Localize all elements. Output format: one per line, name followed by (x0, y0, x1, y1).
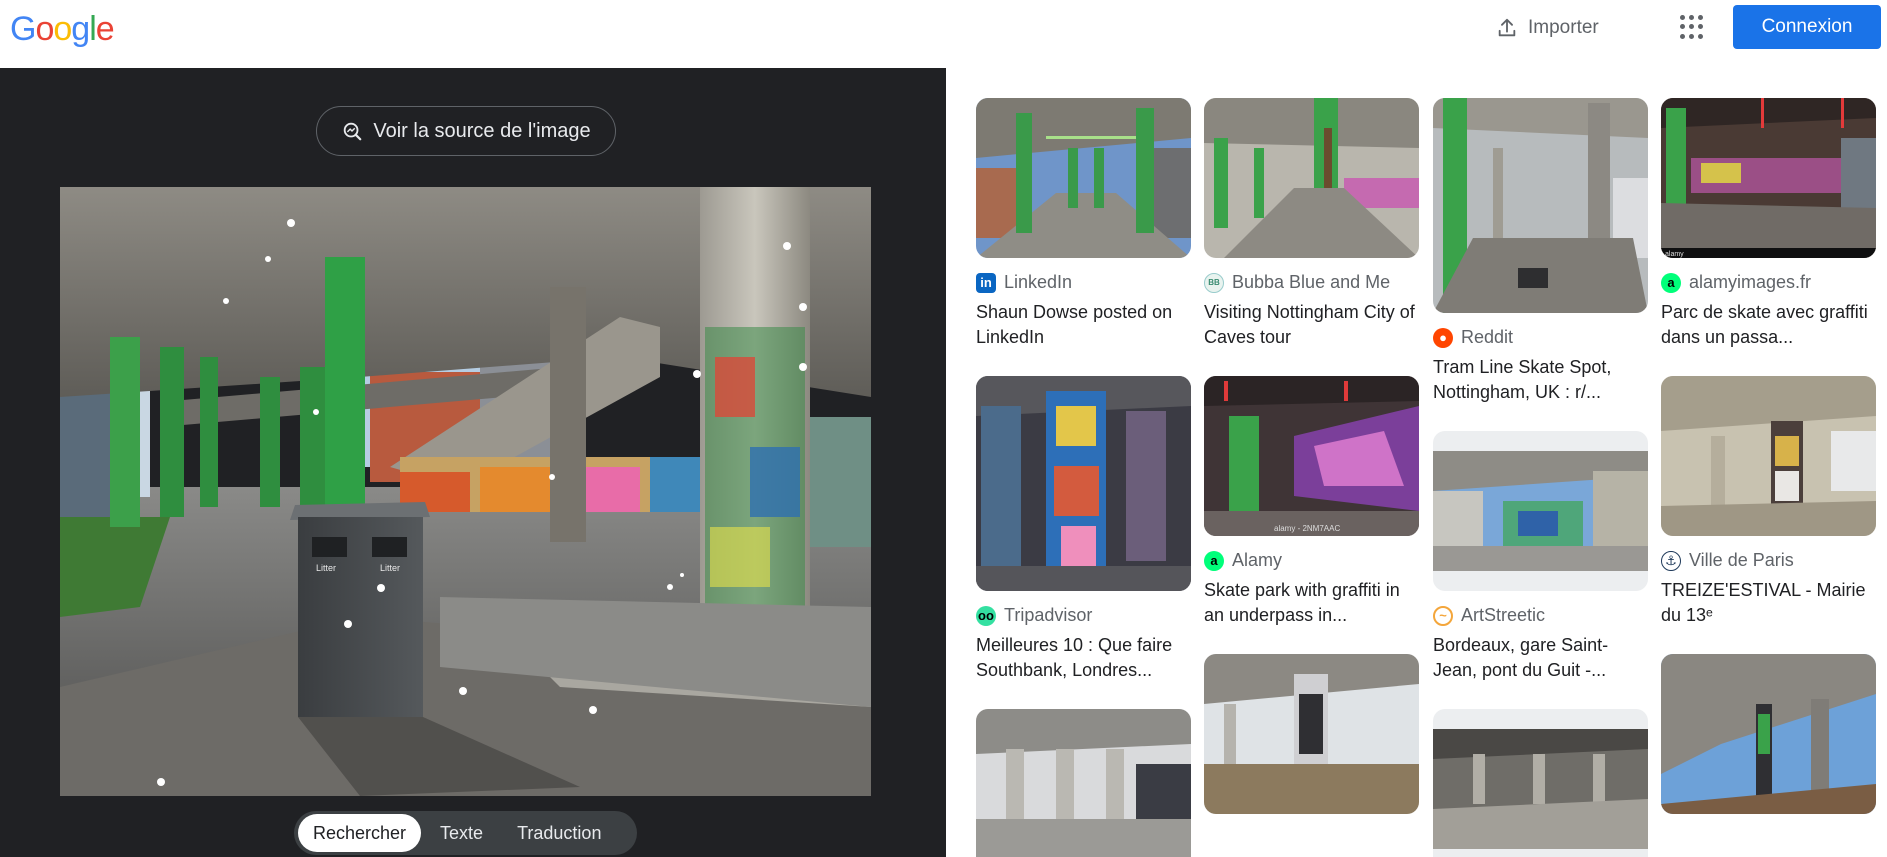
tripadvisor-icon: oo (976, 605, 996, 626)
result-source[interactable]: ● Reddit (1433, 327, 1648, 348)
ville-de-paris-icon: ⚓ (1661, 550, 1681, 571)
logo-letter: e (95, 10, 115, 48)
result-card[interactable]: alamy a alamyimages.fr Parc de skate ave… (1661, 98, 1876, 350)
result-title[interactable]: Meilleures 10 : Que faire Southbank, Lon… (976, 633, 1191, 683)
import-label: Importer (1528, 17, 1599, 38)
results-column-1: in LinkedIn Shaun Dowse posted on Linked… (976, 98, 1191, 857)
artstreetic-icon: ~ (1433, 605, 1453, 626)
google-logo[interactable]: Google (10, 10, 115, 49)
result-thumbnail[interactable] (976, 376, 1191, 591)
result-title[interactable]: Skate park with graffiti in an underpass… (1204, 578, 1419, 628)
alamy-icon: a (1204, 550, 1224, 571)
result-thumbnail[interactable] (1204, 98, 1419, 258)
query-image[interactable]: Litter Litter (60, 187, 871, 796)
result-card[interactable] (976, 709, 1191, 857)
result-source[interactable]: ~ ArtStreetic (1433, 605, 1648, 626)
logo-letter: o (35, 10, 54, 48)
alamy-watermark: alamy - 2NM7AAC (1274, 524, 1340, 533)
upload-icon (1498, 18, 1516, 37)
mode-tabs: Rechercher Texte Traduction (294, 811, 637, 855)
result-title[interactable]: TREIZE'ESTIVAL - Mairie du 13ᵉ (1661, 578, 1876, 628)
result-thumbnail[interactable] (1433, 709, 1648, 857)
result-card[interactable]: oo Tripadvisor Meilleures 10 : Que faire… (976, 376, 1191, 683)
tab-search[interactable]: Rechercher (298, 814, 422, 852)
top-bar: Google Importer Connexion (0, 0, 1887, 68)
result-card[interactable]: ~ ArtStreetic Bordeaux, gare Saint-Jean,… (1433, 431, 1648, 683)
result-thumbnail[interactable] (1204, 654, 1419, 814)
logo-letter: g (71, 10, 90, 48)
result-card[interactable]: ⚓ Ville de Paris TREIZE'ESTIVAL - Mairie… (1661, 376, 1876, 628)
alamy-watermark: alamy (1665, 251, 1684, 258)
result-thumbnail[interactable] (1661, 654, 1876, 814)
result-source[interactable]: a alamyimages.fr (1661, 272, 1876, 293)
results-column-3: ● Reddit Tram Line Skate Spot, Nottingha… (1433, 98, 1648, 857)
tab-text[interactable]: Texte (425, 814, 498, 852)
result-source[interactable]: ⚓ Ville de Paris (1661, 550, 1876, 571)
bubba-blue-icon: BB (1204, 272, 1224, 293)
results-column-4: alamy a alamyimages.fr Parc de skate ave… (1661, 98, 1876, 840)
result-card[interactable]: alamy - 2NM7AAC a Alamy Skate park with … (1204, 376, 1419, 628)
result-card[interactable]: BB Bubba Blue and Me Visiting Nottingham… (1204, 98, 1419, 350)
result-card[interactable]: in LinkedIn Shaun Dowse posted on Linked… (976, 98, 1191, 350)
result-card[interactable]: ● Reddit Tram Line Skate Spot, Nottingha… (1433, 98, 1648, 405)
image-viewer-panel: Voir la source de l'image Litter Litter … (0, 68, 946, 857)
bin-label-1: Litter (316, 563, 336, 573)
result-source[interactable]: BB Bubba Blue and Me (1204, 272, 1419, 293)
alamy-icon: a (1661, 272, 1681, 293)
result-thumbnail[interactable] (1433, 98, 1648, 313)
result-title[interactable]: Tram Line Skate Spot, Nottingham, UK : r… (1433, 355, 1648, 405)
tab-translation[interactable]: Traduction (502, 814, 616, 852)
result-card[interactable] (1204, 654, 1419, 814)
visual-matches-grid: in LinkedIn Shaun Dowse posted on Linked… (946, 68, 1887, 857)
result-card[interactable] (1661, 654, 1876, 814)
result-source[interactable]: oo Tripadvisor (976, 605, 1191, 626)
import-button[interactable]: Importer (1496, 12, 1599, 44)
login-button[interactable]: Connexion (1733, 5, 1881, 49)
result-source[interactable]: a Alamy (1204, 550, 1419, 571)
result-title[interactable]: Visiting Nottingham City of Caves tour (1204, 300, 1419, 350)
view-image-source-button[interactable]: Voir la source de l'image (316, 106, 616, 156)
linkedin-icon: in (976, 272, 996, 293)
bin-label-2: Litter (380, 563, 400, 573)
result-source[interactable]: in LinkedIn (976, 272, 1191, 293)
result-thumbnail[interactable] (976, 98, 1191, 258)
result-thumbnail[interactable]: alamy (1661, 98, 1876, 258)
result-title[interactable]: Parc de skate avec graffiti dans un pass… (1661, 300, 1876, 350)
results-column-2: BB Bubba Blue and Me Visiting Nottingham… (1204, 98, 1419, 840)
logo-letter: o (53, 10, 72, 48)
result-thumbnail[interactable] (976, 709, 1191, 857)
result-thumbnail[interactable] (1661, 376, 1876, 536)
apps-grid-icon[interactable] (1680, 15, 1704, 39)
view-image-source-label: Voir la source de l'image (373, 119, 591, 142)
result-thumbnail[interactable] (1433, 431, 1648, 591)
result-title[interactable]: Shaun Dowse posted on LinkedIn (976, 300, 1191, 350)
logo-letter: G (10, 10, 36, 48)
result-card[interactable] (1433, 709, 1648, 857)
reddit-icon: ● (1433, 327, 1453, 348)
image-search-icon (344, 122, 362, 141)
result-thumbnail[interactable]: alamy - 2NM7AAC (1204, 376, 1419, 536)
result-title[interactable]: Bordeaux, gare Saint-Jean, pont du Guit … (1433, 633, 1648, 683)
